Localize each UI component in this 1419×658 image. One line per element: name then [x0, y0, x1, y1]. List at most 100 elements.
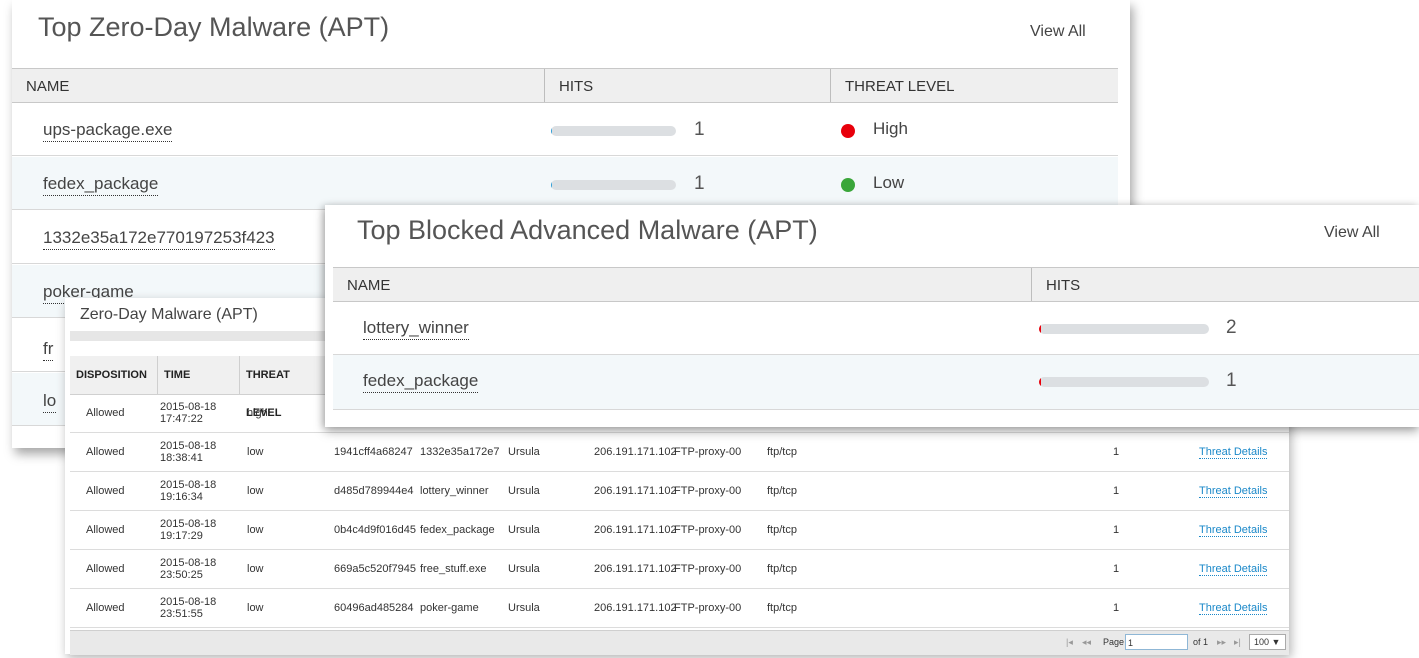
hits-count: 1 [694, 173, 705, 194]
page-size-select[interactable]: 100 ▼ [1249, 634, 1286, 650]
table-header: NAME HITS THREAT LEVEL [12, 68, 1118, 103]
grid-row[interactable]: Allowed 2015-08-18 18:38:41 low 1941cff4a682… [70, 433, 1289, 472]
malware-name-link[interactable]: lottery_winner [363, 318, 469, 340]
cell-hits: 1 [1113, 485, 1120, 497]
cell-hits: 1 [1113, 602, 1120, 614]
column-header-hits[interactable]: HITS [544, 69, 830, 102]
cell-time-value: 19:16:34 [160, 491, 203, 503]
cell-protocol: ftp/tcp [767, 563, 797, 575]
widget-title: Top Zero-Day Malware (APT) [38, 12, 390, 42]
cell-proxy: FTP-proxy-00 [674, 602, 742, 614]
cell-hash: 1941cff4a68247 [334, 446, 413, 458]
cell-file: free_stuff.exe [420, 563, 487, 575]
top-blocked-malware-widget: Top Blocked Advanced Malware (APT) View … [325, 205, 1419, 427]
cell-proxy: FTP-proxy-00 [674, 563, 742, 575]
malware-name-link[interactable]: fedex_package [43, 174, 159, 196]
threat-details-link[interactable]: Threat Details [1199, 563, 1268, 576]
page-number-input[interactable]: 1 [1125, 634, 1188, 650]
threat-details-link[interactable]: Threat Details [1199, 446, 1268, 459]
malware-name-link[interactable]: ups-package.exe [43, 120, 173, 142]
view-all-link[interactable]: View All [1030, 23, 1086, 41]
cell-hash: 0b4c4d9f016d45 [334, 524, 416, 536]
cell-date-value: 2015-08-18 [160, 401, 217, 413]
column-header-disposition[interactable]: DISPOSITION [70, 356, 157, 394]
cell-hash: 60496ad485284 [334, 602, 414, 614]
cell-protocol: ftp/tcp [767, 602, 797, 614]
column-header-hits[interactable]: HITS [1031, 268, 1419, 301]
grid-row[interactable]: Allowed 2015-08-18 23:50:25 low 669a5c520f79… [70, 550, 1289, 589]
cell-proxy: FTP-proxy-00 [674, 485, 742, 497]
malware-name-link[interactable]: fr [43, 339, 54, 361]
cell-date-value: 2015-08-18 [160, 596, 217, 608]
threat-level-label: Low [873, 173, 905, 192]
threat-details-link[interactable]: Threat Details [1199, 602, 1268, 615]
cell-date-value: 2015-08-18 [160, 440, 217, 452]
cell-file: poker-game [420, 602, 479, 614]
cell-disposition: Allowed [86, 602, 125, 614]
first-page-button[interactable]: |◂ [1066, 637, 1073, 648]
cell-date-value: 2015-08-18 [160, 479, 217, 491]
column-header-threat-level[interactable]: THREAT LEVEL [239, 356, 327, 419]
hits-count: 1 [1226, 370, 1237, 391]
cell-disposition: Allowed [86, 563, 125, 575]
cell-user: Ursula [508, 602, 540, 614]
hits-count: 2 [1226, 317, 1237, 338]
table-row: fedex_package 1 Low [12, 157, 1118, 210]
cell-level: low [247, 602, 264, 614]
next-page-button[interactable]: ▸▸ [1217, 637, 1226, 648]
cell-time-value: 23:50:25 [160, 569, 203, 581]
table-row: lottery_winner 2 [333, 302, 1419, 355]
cell-level: high [247, 407, 268, 419]
cell-time-value: 18:38:41 [160, 452, 203, 464]
cell-date-value: 2015-08-18 [160, 557, 217, 569]
cell-time: 2015-08-18 18:38:41 [160, 440, 216, 464]
view-all-link[interactable]: View All [1324, 224, 1380, 242]
column-header-threat-level[interactable]: THREAT LEVEL [830, 69, 1118, 102]
previous-page-button[interactable]: ◂◂ [1082, 637, 1091, 648]
table-header: NAME HITS [333, 267, 1419, 302]
malware-name-link[interactable]: 1332e35a172e770197253f423 [43, 228, 275, 250]
grid-row[interactable]: Allowed 2015-08-18 19:17:29 low 0b4c4d9f016d… [70, 511, 1289, 550]
table-row: fedex_package 1 [333, 355, 1419, 410]
cell-time: 2015-08-18 19:16:34 [160, 479, 216, 503]
threat-details-link[interactable]: Threat Details [1199, 524, 1268, 537]
page-label: Page [1103, 637, 1125, 647]
cell-time: 2015-08-18 19:17:29 [160, 518, 216, 542]
cell-user: Ursula [508, 485, 540, 497]
malware-name-link[interactable]: fedex_package [363, 371, 479, 393]
cell-ip: 206.191.171.102 [594, 524, 677, 536]
window-title: Zero-Day Malware (APT) [80, 306, 258, 323]
cell-protocol: ftp/tcp [767, 485, 797, 497]
cell-protocol: ftp/tcp [767, 446, 797, 458]
widget-title: Top Blocked Advanced Malware (APT) [357, 215, 818, 245]
cell-proxy: FTP-proxy-00 [674, 446, 742, 458]
cell-disposition: Allowed [86, 446, 125, 458]
last-page-button[interactable]: ▸| [1234, 637, 1241, 648]
grid-row[interactable]: Allowed 2015-08-18 19:16:34 low d485d789944e… [70, 472, 1289, 511]
grid-row[interactable]: Allowed 2015-08-18 23:51:55 low 60496ad48528… [70, 589, 1289, 628]
column-header-name[interactable]: NAME [12, 69, 544, 102]
column-header-name[interactable]: NAME [333, 268, 1031, 301]
cell-date-value: 2015-08-18 [160, 518, 217, 530]
page-count-label: of 1 [1193, 637, 1209, 647]
cell-time-value: 17:47:22 [160, 413, 203, 425]
table-row: ups-package.exe 1 High [12, 103, 1118, 156]
cell-time: 2015-08-18 23:51:55 [160, 596, 216, 620]
cell-file: 1332e35a172e7 [420, 446, 500, 458]
threat-level-dot [841, 178, 855, 192]
cell-protocol: ftp/tcp [767, 524, 797, 536]
threat-level-dot [841, 124, 855, 138]
cell-time-value: 19:17:29 [160, 530, 203, 542]
cell-disposition: Allowed [86, 524, 125, 536]
threat-details-link[interactable]: Threat Details [1199, 485, 1268, 498]
cell-disposition: Allowed [86, 407, 125, 419]
column-header-time[interactable]: TIME [157, 356, 239, 394]
cell-user: Ursula [508, 524, 540, 536]
cell-ip: 206.191.171.102 [594, 446, 677, 458]
cell-ip: 206.191.171.102 [594, 485, 677, 497]
malware-name-link[interactable]: lo [43, 391, 57, 413]
threat-level-label: High [873, 119, 908, 138]
cell-hits: 1 [1113, 446, 1120, 458]
cell-proxy: FTP-proxy-00 [674, 524, 742, 536]
hits-bar [551, 126, 676, 136]
